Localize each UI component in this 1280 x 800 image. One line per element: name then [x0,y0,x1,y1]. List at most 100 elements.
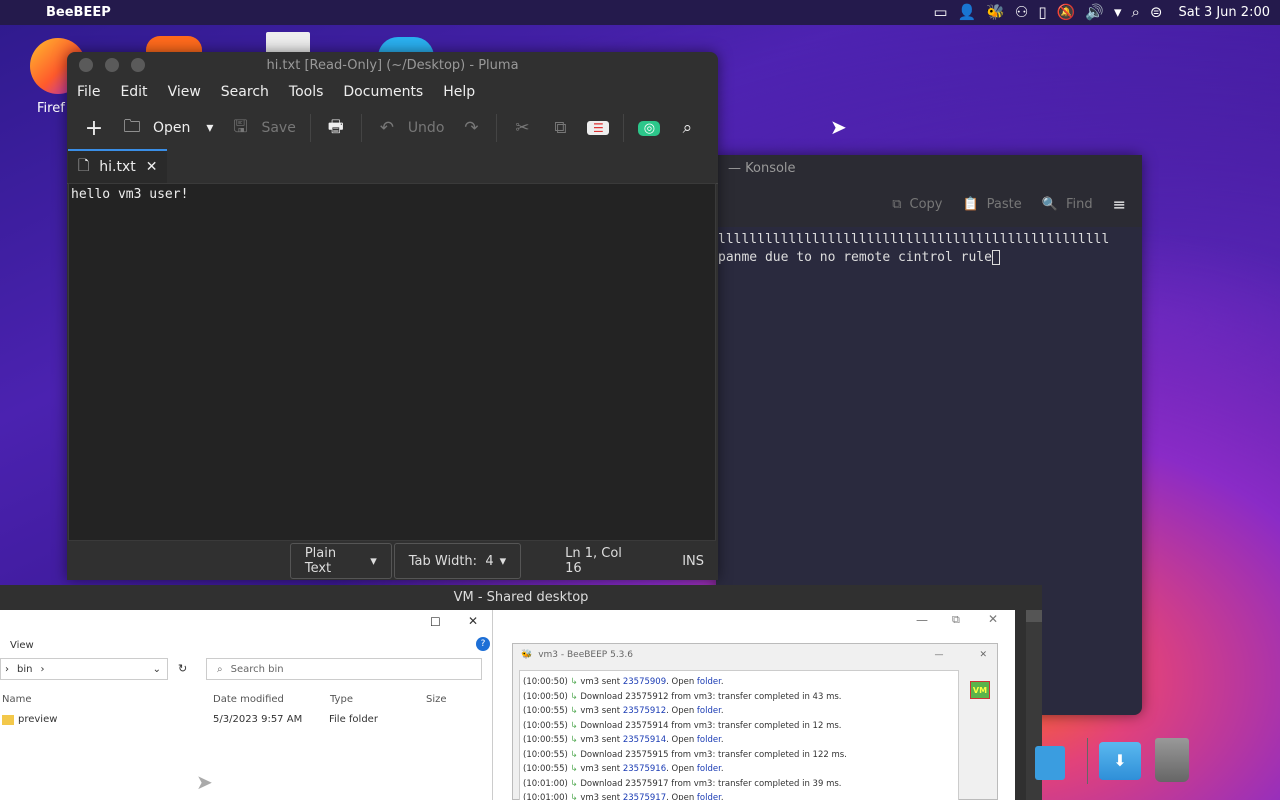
menu-tools[interactable]: Tools [289,84,324,100]
menu-search[interactable]: Search [221,84,269,100]
copy-button[interactable]: ⧉ Copy [892,197,942,212]
chevron-down-icon[interactable]: ⌄ [153,664,161,675]
tab-width-selector[interactable]: Tab Width: 4 ▾ [393,543,522,579]
column-header-type[interactable]: Type [330,694,353,705]
help-icon[interactable]: ? [476,637,490,651]
vm-restore-icon[interactable]: ⧉ [952,613,960,627]
search-input[interactable]: ⌕ Search bin [206,658,482,680]
close-icon[interactable]: ✕ [979,650,987,660]
log-line: (10:00:55) ↳ vm3 sent 23575912. Open fol… [523,704,955,719]
folder-dock-icon[interactable] [1035,746,1065,780]
battery-icon[interactable]: ▭ [933,0,947,25]
terminal-output[interactable]: llllllllllllllllllllllllllllllllllllllll… [716,227,1142,267]
clipboard-icon[interactable]: ▯ [1038,0,1046,25]
vm-titlebar[interactable]: VM - Shared desktop [0,585,1042,610]
refresh-icon[interactable]: ↻ [178,662,187,675]
file-link[interactable]: 23575912 [623,706,666,716]
text-editor[interactable]: hello vm3 user! [68,183,716,541]
konsole-titlebar[interactable]: — Konsole [716,155,1142,181]
mute-icon[interactable]: 🔕 [1057,0,1076,25]
vm-minimize-icon[interactable]: — [916,613,928,627]
cut-button[interactable]: ✂ [505,113,539,143]
hamburger-menu-icon[interactable]: ≡ [1113,195,1126,214]
open-folder-link[interactable]: folder [697,677,721,687]
log-text: vm3 sent [580,735,623,745]
minimize-icon[interactable]: — [934,650,943,660]
print-button[interactable]: 🖶 [319,113,353,143]
file-link[interactable]: 23575914 [623,735,666,745]
table-row[interactable]: preview 5/3/2023 9:57 AM File folder [2,714,482,725]
menu-view[interactable]: View [168,84,201,100]
minimize-window-button[interactable] [105,58,119,72]
open-folder-link[interactable]: folder [697,735,721,745]
file-link[interactable]: 23575917 [623,793,666,800]
open-folder-link[interactable]: folder [697,764,721,774]
chevron-right-icon: › [40,663,45,675]
open-button[interactable]: 🗀 Open [115,113,196,143]
menu-edit[interactable]: Edit [120,84,147,100]
beebeep-tray-icon[interactable]: 🐝 [986,0,1005,25]
toolbar: + 🗀 Open ▾ 🖫 Save 🖶 ↶ Undo ↷ ✂ ⧉ ☰ ◎ ⌕ [67,106,718,150]
vm-remote-screen[interactable]: ☐ ✕ View ? › bin › ⌄ ↻ ⌕ Search bin Name… [0,610,1015,800]
undo-button[interactable]: ↶ Undo [370,113,451,143]
file-name: preview [18,714,58,725]
user-icon[interactable]: 👤 [958,0,977,25]
file-link[interactable]: 23575909 [623,677,666,687]
account-icon[interactable]: ⚇ [1015,0,1028,25]
maximize-window-button[interactable] [131,58,145,72]
search-icon[interactable]: ⌕ [1132,0,1140,25]
save-button[interactable]: 🖫 Save [223,113,301,143]
transfer-icon: ↳ [567,691,581,702]
replace-button[interactable]: ⌕ [670,113,704,143]
toggle-icon[interactable]: ⊜ [1150,0,1163,25]
column-header-date[interactable]: Date modified [213,694,284,705]
new-button[interactable]: + [77,113,111,143]
trash-dock-icon[interactable] [1155,738,1189,782]
open-recent-dropdown[interactable]: ▾ [200,113,219,143]
paste-button[interactable]: ☰ [581,113,615,143]
menu-help[interactable]: Help [443,84,475,100]
system-tray: ▭ 👤 🐝 ⚇ ▯ 🔕 🔊 ▾ ⌕ ⊜ Sat 3 Jun 2:00 [933,0,1280,25]
find-button[interactable]: ◎ [632,113,666,143]
redo-button[interactable]: ↷ [454,113,488,143]
maximize-icon[interactable]: ☐ [430,615,441,629]
close-icon[interactable]: ✕ [468,614,478,628]
beebeep-title: vm3 - BeeBEEP 5.3.6 [538,650,633,660]
close-tab-icon[interactable]: ✕ [146,159,158,175]
downloads-dock-icon[interactable]: ⬇ [1099,742,1141,780]
menu-arrow-icon[interactable]: ▾ [1114,0,1122,25]
menu-file[interactable]: File [77,84,100,100]
pluma-titlebar[interactable]: hi.txt [Read-Only] (~/Desktop) - Pluma [67,52,718,78]
close-window-button[interactable] [79,58,93,72]
address-bar[interactable]: › bin › ⌄ [0,658,168,680]
find-button[interactable]: 🔍 Find [1042,197,1093,212]
language-selector[interactable]: Plain Text ▾ [289,543,392,579]
scroll-up-arrow[interactable] [1026,610,1042,622]
column-header-size[interactable]: Size [426,694,447,705]
document-desktop-icon[interactable] [266,32,310,54]
copy-button[interactable]: ⧉ [543,113,577,143]
tab-hi-txt[interactable]: 🗋 hi.txt ✕ [68,149,168,183]
column-header-name[interactable]: Name [2,694,32,705]
paste-button[interactable]: 📋 Paste [962,197,1021,212]
vm-close-icon[interactable]: ✕ [988,612,998,626]
language-label: Plain Text [304,546,337,576]
vm-user-badge[interactable]: VM [970,681,990,699]
active-app-name[interactable]: BeeBEEP [46,5,111,20]
volume-icon[interactable]: 🔊 [1085,0,1104,25]
clock[interactable]: Sat 3 Jun 2:00 [1179,0,1271,25]
file-link[interactable]: 23575916 [623,764,666,774]
log-text: Download 23575915 from vm3: transfer com… [580,749,847,760]
view-menu[interactable]: View [10,640,34,651]
tab-width-label: Tab Width: 4 [408,553,494,569]
beebeep-icon: 🐝 [521,650,533,660]
menu-documents[interactable]: Documents [343,84,423,100]
open-folder-link[interactable]: folder [697,706,721,716]
printer-icon: 🖶 [327,116,344,137]
chat-log[interactable]: (10:00:50) ↳ vm3 sent 23575909. Open fol… [519,670,959,800]
dock: ⬇ [1035,720,1200,800]
path-segment[interactable]: bin [17,664,32,675]
beebeep-titlebar[interactable]: 🐝 vm3 - BeeBEEP 5.3.6 — ✕ [513,644,997,666]
save-icon: 🖫 [233,116,248,137]
open-folder-link[interactable]: folder [697,793,721,800]
